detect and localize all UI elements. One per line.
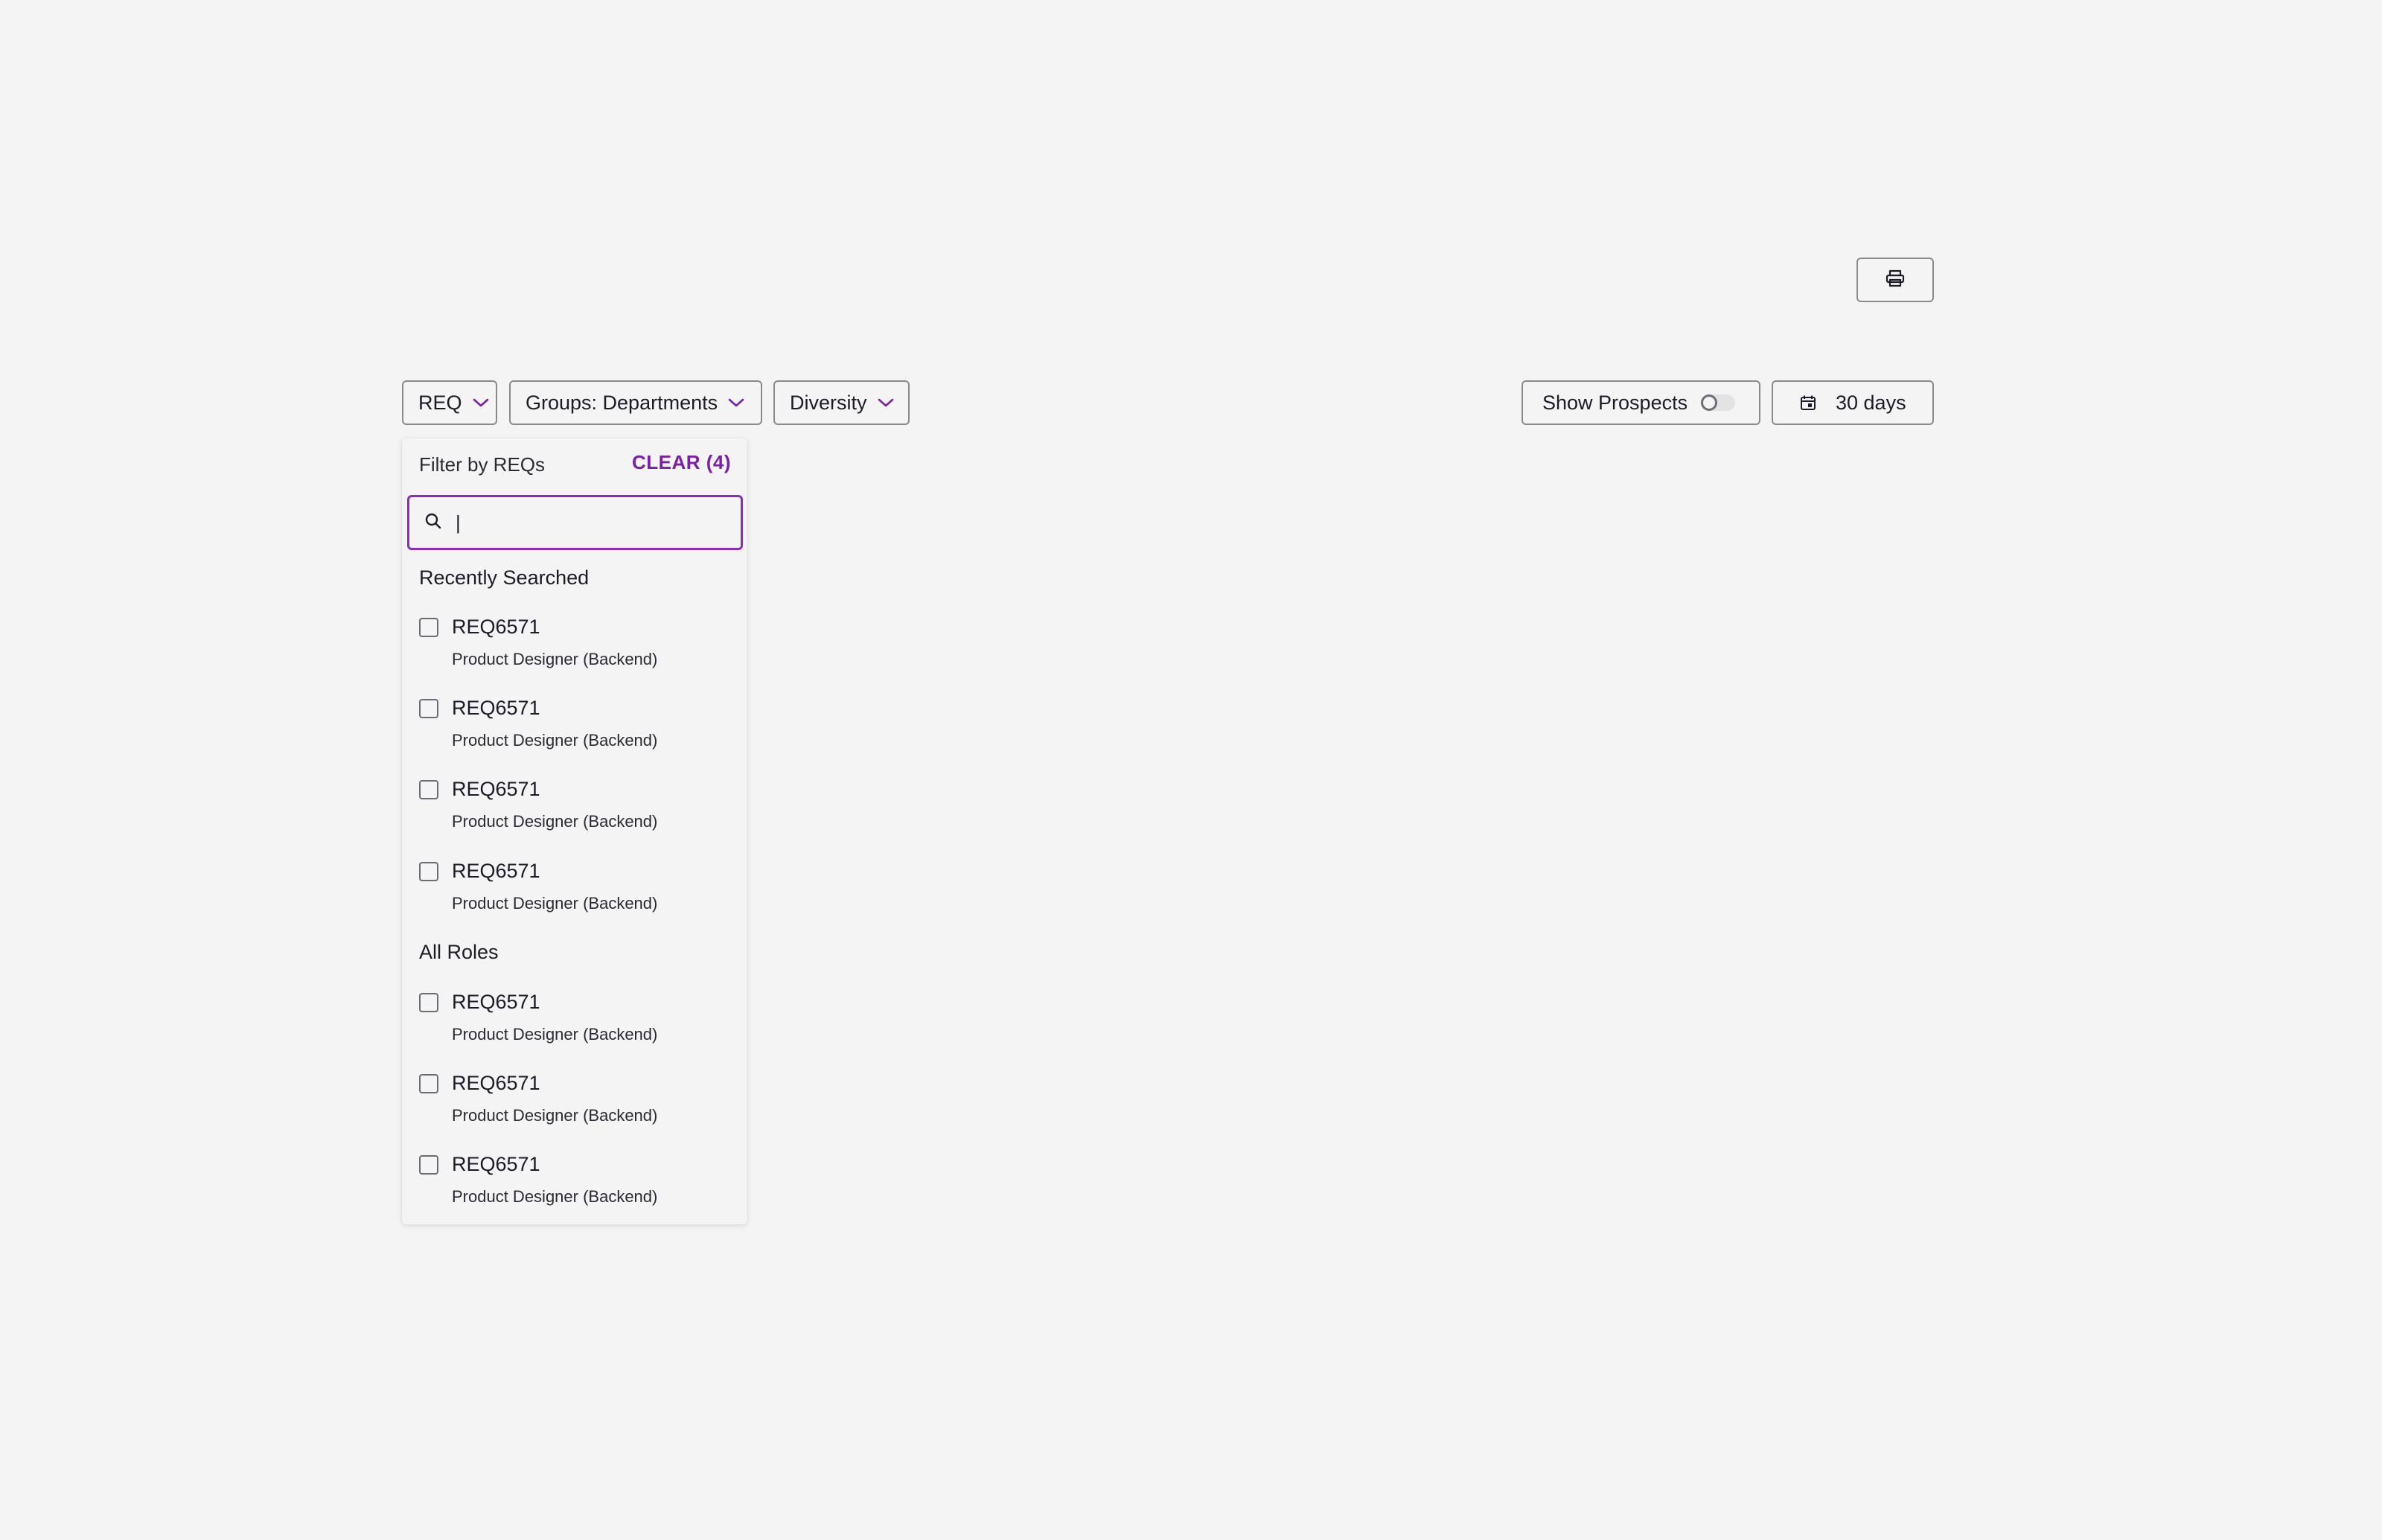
list-item[interactable]: REQ6571 Product Designer (Backend)	[419, 986, 732, 1058]
req-code: REQ6571	[452, 1153, 540, 1175]
printer-icon	[1886, 269, 1905, 291]
date-range-label: 30 days	[1836, 391, 1906, 414]
req-filter-dropdown: Filter by REQs CLEAR (4) Recently Search…	[402, 438, 747, 1224]
req-code: REQ6571	[452, 1072, 540, 1094]
show-prospects-toggle[interactable]	[1701, 394, 1736, 411]
checkbox[interactable]	[419, 780, 438, 799]
req-role: Product Designer (Backend)	[452, 894, 658, 913]
search-input[interactable]	[454, 510, 729, 535]
all-roles-heading: All Roles	[419, 941, 499, 963]
recently-searched-heading: Recently Searched	[419, 566, 590, 589]
req-filter-button[interactable]: REQ	[402, 380, 497, 425]
calendar-icon	[1800, 394, 1816, 411]
search-field[interactable]	[407, 495, 743, 550]
req-code: REQ6571	[452, 616, 540, 638]
chevron-down-icon	[473, 397, 489, 408]
req-role: Product Designer (Backend)	[452, 1106, 658, 1125]
req-role: Product Designer (Backend)	[452, 650, 658, 668]
show-prospects-button[interactable]: Show Prospects	[1522, 380, 1760, 425]
req-code: REQ6571	[452, 778, 540, 800]
groups-filter-label: Groups: Departments	[526, 391, 718, 414]
checkbox[interactable]	[419, 862, 438, 881]
diversity-filter-label: Diversity	[790, 391, 867, 414]
show-prospects-label: Show Prospects	[1542, 391, 1688, 414]
print-button[interactable]	[1856, 258, 1934, 302]
req-filter-label: REQ	[418, 391, 462, 414]
req-code: REQ6571	[452, 697, 540, 719]
checkbox[interactable]	[419, 699, 438, 718]
dropdown-title: Filter by REQs	[419, 453, 546, 476]
req-code: REQ6571	[452, 860, 540, 882]
list-item[interactable]: REQ6571 Product Designer (Backend)	[419, 611, 732, 683]
checkbox[interactable]	[419, 993, 438, 1012]
date-range-button[interactable]: 30 days	[1772, 380, 1934, 425]
list-item[interactable]: REQ6571 Product Designer (Backend)	[419, 773, 732, 845]
list-item[interactable]: REQ6571 Product Designer (Backend)	[419, 692, 732, 764]
chevron-down-icon	[728, 397, 744, 408]
list-item[interactable]: REQ6571 Product Designer (Backend)	[419, 1148, 732, 1220]
req-role: Product Designer (Backend)	[452, 731, 658, 750]
clear-button[interactable]: CLEAR (4)	[632, 451, 731, 474]
checkbox[interactable]	[419, 1155, 438, 1175]
toggle-knob	[1701, 394, 1718, 411]
list-item[interactable]: REQ6571 Product Designer (Backend)	[419, 855, 732, 927]
search-icon	[424, 512, 442, 534]
list-item[interactable]: REQ6571 Product Designer (Backend)	[419, 1067, 732, 1139]
checkbox[interactable]	[419, 618, 438, 637]
checkbox[interactable]	[419, 1074, 438, 1093]
req-role: Product Designer (Backend)	[452, 1025, 658, 1044]
diversity-filter-button[interactable]: Diversity	[773, 380, 910, 425]
chevron-down-icon	[878, 397, 894, 408]
groups-filter-button[interactable]: Groups: Departments	[509, 380, 762, 425]
req-code: REQ6571	[452, 991, 540, 1013]
req-role: Product Designer (Backend)	[452, 1187, 658, 1206]
req-role: Product Designer (Backend)	[452, 812, 658, 831]
